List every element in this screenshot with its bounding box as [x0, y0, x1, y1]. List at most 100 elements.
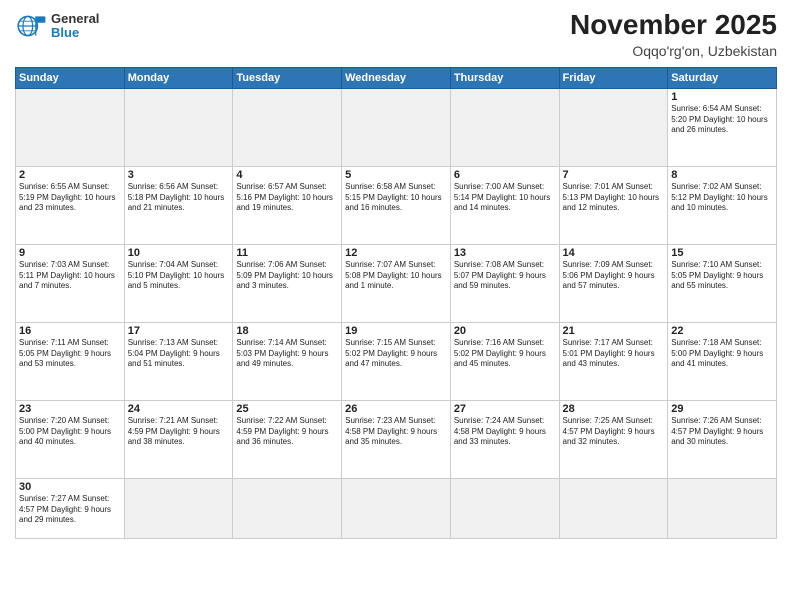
day-info: Sunrise: 7:18 AM Sunset: 5:00 PM Dayligh… — [671, 338, 773, 370]
day-number: 6 — [454, 169, 556, 181]
day-info: Sunrise: 6:54 AM Sunset: 5:20 PM Dayligh… — [671, 104, 773, 136]
day-info: Sunrise: 7:03 AM Sunset: 5:11 PM Dayligh… — [19, 260, 121, 292]
month-title: November 2025 — [570, 10, 777, 41]
logo-general: General — [51, 12, 99, 26]
day-number: 28 — [563, 403, 665, 415]
day-number: 25 — [236, 403, 338, 415]
day-cell: 17Sunrise: 7:13 AM Sunset: 5:04 PM Dayli… — [124, 322, 233, 400]
day-cell: 22Sunrise: 7:18 AM Sunset: 5:00 PM Dayli… — [668, 322, 777, 400]
day-cell — [342, 478, 451, 538]
logo-text: General Blue — [51, 12, 99, 41]
day-info: Sunrise: 7:09 AM Sunset: 5:06 PM Dayligh… — [563, 260, 665, 292]
day-header-monday: Monday — [124, 67, 233, 88]
day-number: 17 — [128, 325, 230, 337]
day-number: 27 — [454, 403, 556, 415]
day-number: 3 — [128, 169, 230, 181]
day-info: Sunrise: 7:01 AM Sunset: 5:13 PM Dayligh… — [563, 182, 665, 214]
day-number: 1 — [671, 91, 773, 103]
day-number: 23 — [19, 403, 121, 415]
day-number: 12 — [345, 247, 447, 259]
day-info: Sunrise: 6:56 AM Sunset: 5:18 PM Dayligh… — [128, 182, 230, 214]
day-number: 24 — [128, 403, 230, 415]
logo: General Blue — [15, 10, 99, 42]
day-info: Sunrise: 7:11 AM Sunset: 5:05 PM Dayligh… — [19, 338, 121, 370]
day-info: Sunrise: 7:24 AM Sunset: 4:58 PM Dayligh… — [454, 416, 556, 448]
day-cell: 12Sunrise: 7:07 AM Sunset: 5:08 PM Dayli… — [342, 244, 451, 322]
day-cell: 6Sunrise: 7:00 AM Sunset: 5:14 PM Daylig… — [450, 166, 559, 244]
day-info: Sunrise: 7:14 AM Sunset: 5:03 PM Dayligh… — [236, 338, 338, 370]
day-cell — [342, 88, 451, 166]
day-number: 29 — [671, 403, 773, 415]
day-info: Sunrise: 6:55 AM Sunset: 5:19 PM Dayligh… — [19, 182, 121, 214]
day-number: 19 — [345, 325, 447, 337]
day-cell: 7Sunrise: 7:01 AM Sunset: 5:13 PM Daylig… — [559, 166, 668, 244]
week-row-6: 30Sunrise: 7:27 AM Sunset: 4:57 PM Dayli… — [16, 478, 777, 538]
day-number: 21 — [563, 325, 665, 337]
day-number: 8 — [671, 169, 773, 181]
days-header-row: SundayMondayTuesdayWednesdayThursdayFrid… — [16, 67, 777, 88]
day-cell — [450, 88, 559, 166]
day-info: Sunrise: 7:27 AM Sunset: 4:57 PM Dayligh… — [19, 494, 121, 526]
day-cell: 27Sunrise: 7:24 AM Sunset: 4:58 PM Dayli… — [450, 400, 559, 478]
header: General Blue November 2025 Oqqo'rg'on, U… — [15, 10, 777, 59]
day-cell: 19Sunrise: 7:15 AM Sunset: 5:02 PM Dayli… — [342, 322, 451, 400]
day-number: 2 — [19, 169, 121, 181]
logo-blue: Blue — [51, 26, 99, 40]
day-cell: 30Sunrise: 7:27 AM Sunset: 4:57 PM Dayli… — [16, 478, 125, 538]
day-number: 5 — [345, 169, 447, 181]
day-cell: 14Sunrise: 7:09 AM Sunset: 5:06 PM Dayli… — [559, 244, 668, 322]
day-cell: 3Sunrise: 6:56 AM Sunset: 5:18 PM Daylig… — [124, 166, 233, 244]
day-info: Sunrise: 7:07 AM Sunset: 5:08 PM Dayligh… — [345, 260, 447, 292]
day-cell: 4Sunrise: 6:57 AM Sunset: 5:16 PM Daylig… — [233, 166, 342, 244]
day-cell: 16Sunrise: 7:11 AM Sunset: 5:05 PM Dayli… — [16, 322, 125, 400]
day-info: Sunrise: 7:26 AM Sunset: 4:57 PM Dayligh… — [671, 416, 773, 448]
day-number: 20 — [454, 325, 556, 337]
day-cell: 5Sunrise: 6:58 AM Sunset: 5:15 PM Daylig… — [342, 166, 451, 244]
day-number: 13 — [454, 247, 556, 259]
day-cell — [450, 478, 559, 538]
day-info: Sunrise: 7:21 AM Sunset: 4:59 PM Dayligh… — [128, 416, 230, 448]
day-info: Sunrise: 7:23 AM Sunset: 4:58 PM Dayligh… — [345, 416, 447, 448]
day-cell: 1Sunrise: 6:54 AM Sunset: 5:20 PM Daylig… — [668, 88, 777, 166]
calendar-table: SundayMondayTuesdayWednesdayThursdayFrid… — [15, 67, 777, 539]
day-info: Sunrise: 7:22 AM Sunset: 4:59 PM Dayligh… — [236, 416, 338, 448]
week-row-1: 1Sunrise: 6:54 AM Sunset: 5:20 PM Daylig… — [16, 88, 777, 166]
day-cell — [124, 88, 233, 166]
day-info: Sunrise: 7:16 AM Sunset: 5:02 PM Dayligh… — [454, 338, 556, 370]
week-row-5: 23Sunrise: 7:20 AM Sunset: 5:00 PM Dayli… — [16, 400, 777, 478]
day-cell: 24Sunrise: 7:21 AM Sunset: 4:59 PM Dayli… — [124, 400, 233, 478]
day-cell: 23Sunrise: 7:20 AM Sunset: 5:00 PM Dayli… — [16, 400, 125, 478]
day-cell: 13Sunrise: 7:08 AM Sunset: 5:07 PM Dayli… — [450, 244, 559, 322]
day-cell: 11Sunrise: 7:06 AM Sunset: 5:09 PM Dayli… — [233, 244, 342, 322]
day-header-saturday: Saturday — [668, 67, 777, 88]
day-info: Sunrise: 6:57 AM Sunset: 5:16 PM Dayligh… — [236, 182, 338, 214]
day-cell: 28Sunrise: 7:25 AM Sunset: 4:57 PM Dayli… — [559, 400, 668, 478]
day-info: Sunrise: 7:15 AM Sunset: 5:02 PM Dayligh… — [345, 338, 447, 370]
day-info: Sunrise: 7:00 AM Sunset: 5:14 PM Dayligh… — [454, 182, 556, 214]
day-number: 10 — [128, 247, 230, 259]
location: Oqqo'rg'on, Uzbekistan — [570, 43, 777, 59]
day-cell: 18Sunrise: 7:14 AM Sunset: 5:03 PM Dayli… — [233, 322, 342, 400]
day-number: 18 — [236, 325, 338, 337]
day-number: 30 — [19, 481, 121, 493]
title-block: November 2025 Oqqo'rg'on, Uzbekistan — [570, 10, 777, 59]
day-cell: 21Sunrise: 7:17 AM Sunset: 5:01 PM Dayli… — [559, 322, 668, 400]
day-cell: 25Sunrise: 7:22 AM Sunset: 4:59 PM Dayli… — [233, 400, 342, 478]
day-number: 22 — [671, 325, 773, 337]
day-number: 7 — [563, 169, 665, 181]
day-info: Sunrise: 7:10 AM Sunset: 5:05 PM Dayligh… — [671, 260, 773, 292]
day-cell: 26Sunrise: 7:23 AM Sunset: 4:58 PM Dayli… — [342, 400, 451, 478]
day-info: Sunrise: 7:17 AM Sunset: 5:01 PM Dayligh… — [563, 338, 665, 370]
day-header-sunday: Sunday — [16, 67, 125, 88]
day-cell — [559, 478, 668, 538]
day-cell — [16, 88, 125, 166]
day-info: Sunrise: 6:58 AM Sunset: 5:15 PM Dayligh… — [345, 182, 447, 214]
day-number: 11 — [236, 247, 338, 259]
day-number: 15 — [671, 247, 773, 259]
day-info: Sunrise: 7:06 AM Sunset: 5:09 PM Dayligh… — [236, 260, 338, 292]
day-cell: 15Sunrise: 7:10 AM Sunset: 5:05 PM Dayli… — [668, 244, 777, 322]
day-cell — [233, 478, 342, 538]
day-info: Sunrise: 7:08 AM Sunset: 5:07 PM Dayligh… — [454, 260, 556, 292]
day-cell: 29Sunrise: 7:26 AM Sunset: 4:57 PM Dayli… — [668, 400, 777, 478]
day-info: Sunrise: 7:04 AM Sunset: 5:10 PM Dayligh… — [128, 260, 230, 292]
